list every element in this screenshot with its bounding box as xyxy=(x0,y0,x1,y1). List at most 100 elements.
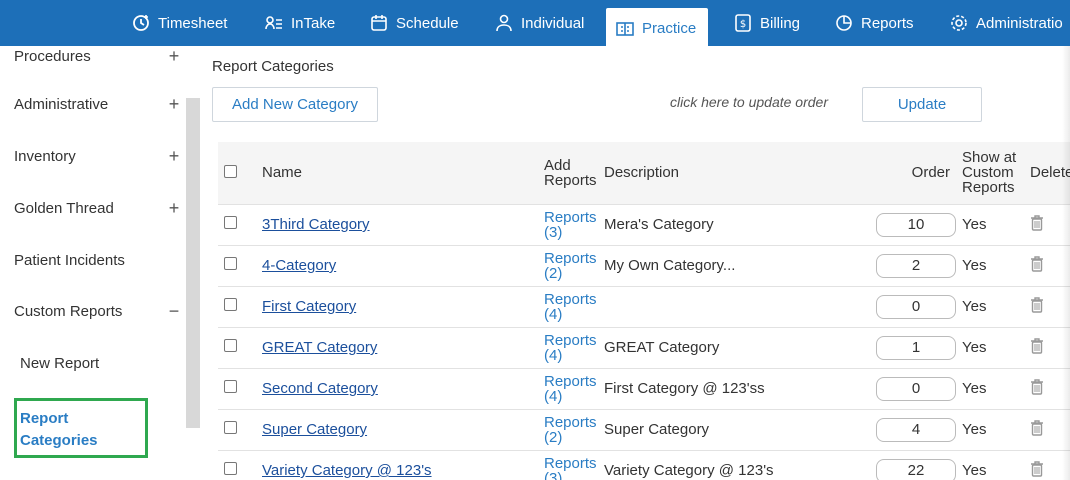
reports-link[interactable]: Reports (2) xyxy=(544,415,598,445)
nav-intake[interactable]: InTake xyxy=(265,0,335,46)
expand-icon[interactable]: + xyxy=(166,94,182,115)
show-at-custom-reports-value: Yes xyxy=(956,450,1024,480)
order-input[interactable]: 0 xyxy=(876,294,956,319)
column-header-name[interactable]: Name xyxy=(256,142,538,205)
sidebar-item-inventory[interactable]: Inventory + xyxy=(14,130,186,182)
sidebar-item-label: Procedures xyxy=(14,47,91,65)
column-header-description[interactable]: Description xyxy=(598,142,870,205)
calendar-icon xyxy=(371,15,387,31)
trash-icon[interactable] xyxy=(1030,337,1044,354)
show-at-custom-reports-value: Yes xyxy=(956,409,1024,451)
order-input[interactable]: 22 xyxy=(876,458,956,480)
category-name-link[interactable]: 4-Category xyxy=(262,257,336,274)
update-order-hint: click here to update order xyxy=(670,94,828,110)
nav-schedule[interactable]: Schedule xyxy=(370,0,459,46)
category-description xyxy=(598,286,870,328)
edge-shadow xyxy=(1062,46,1070,480)
category-name-link[interactable]: Variety Category @ 123's xyxy=(262,462,432,479)
table-row: GREAT Category Reports (4) GREAT Category 1… xyxy=(218,327,1070,369)
category-description: Variety Category @ 123's xyxy=(598,450,870,480)
sidebar-item-golden-thread[interactable]: Golden Thread + xyxy=(14,182,186,234)
reports-link[interactable]: Reports (4) xyxy=(544,292,598,322)
reports-link[interactable]: Reports (4) xyxy=(544,374,598,404)
dollar-doc-icon: $ xyxy=(735,14,751,32)
sidebar-item-label: Inventory xyxy=(14,147,76,165)
sidebar-item-label: Patient Incidents xyxy=(14,251,125,269)
row-checkbox[interactable] xyxy=(224,380,237,393)
row-checkbox[interactable] xyxy=(224,257,237,270)
person-icon xyxy=(496,14,512,32)
row-checkbox[interactable] xyxy=(224,462,237,475)
nav-label: Billing xyxy=(760,14,801,32)
svg-text:$: $ xyxy=(740,19,746,30)
expand-icon[interactable]: + xyxy=(166,146,182,167)
sidebar: Procedures + Administrative + Inventory … xyxy=(14,46,200,480)
order-input[interactable]: 1 xyxy=(876,335,956,360)
nav-label: Practice xyxy=(642,19,697,37)
sidebar-item-custom-reports[interactable]: Custom Reports − xyxy=(14,285,186,337)
category-name-link[interactable]: Super Category xyxy=(262,421,367,438)
reports-link[interactable]: Reports (4) xyxy=(544,333,598,363)
table-header-row: Name Add Reports Description Order Show … xyxy=(218,142,1070,205)
show-at-custom-reports-value: Yes xyxy=(956,204,1024,246)
row-checkbox[interactable] xyxy=(224,298,237,311)
row-checkbox[interactable] xyxy=(224,216,237,229)
expand-icon[interactable]: + xyxy=(166,46,182,67)
expand-icon[interactable]: + xyxy=(166,198,182,219)
reports-link[interactable]: Reports (3) xyxy=(544,210,598,240)
trash-icon[interactable] xyxy=(1030,419,1044,436)
nav-label: Reports xyxy=(861,14,914,32)
order-input[interactable]: 2 xyxy=(876,253,956,278)
sidebar-current-label: Report Categories xyxy=(20,410,98,449)
sidebar-item-administrative[interactable]: Administrative + xyxy=(14,78,186,130)
row-checkbox[interactable] xyxy=(224,339,237,352)
select-all-checkbox[interactable] xyxy=(224,164,237,178)
table-row: 3Third Category Reports (3) Mera's Categor… xyxy=(218,204,1070,246)
table-row: First Category Reports (4) 0 Yes xyxy=(218,286,1070,328)
order-input[interactable]: 10 xyxy=(876,212,956,237)
sidebar-item-label: Golden Thread xyxy=(14,199,114,217)
sidebar-item-patient-incidents[interactable]: Patient Incidents xyxy=(14,234,186,286)
nav-label: Administratio xyxy=(976,14,1063,32)
nav-practice[interactable]: Practice xyxy=(606,8,709,48)
table-row: Super Category Reports (2) Super Category 4… xyxy=(218,409,1070,451)
order-input[interactable]: 0 xyxy=(876,376,956,401)
reports-link[interactable]: Reports (2) xyxy=(544,251,598,281)
table-row: 4-Category Reports (2) My Own Category... 2… xyxy=(218,245,1070,287)
page-title: Report Categories xyxy=(212,58,334,75)
nav-label: Schedule xyxy=(396,14,459,32)
category-name-link[interactable]: 3Third Category xyxy=(262,216,370,233)
show-at-custom-reports-value: Yes xyxy=(956,286,1024,328)
nav-label: InTake xyxy=(291,14,336,32)
category-description: GREAT Category xyxy=(598,327,870,369)
trash-icon[interactable] xyxy=(1030,255,1044,272)
trash-icon[interactable] xyxy=(1030,214,1044,231)
category-name-link[interactable]: First Category xyxy=(262,298,356,315)
collapse-icon[interactable]: − xyxy=(166,301,182,322)
nav-administration[interactable]: Administratio xyxy=(950,0,1063,46)
add-new-category-button[interactable]: Add New Category xyxy=(212,87,378,122)
nav-billing[interactable]: $ Billing xyxy=(734,0,800,46)
sidebar-scrollbar[interactable] xyxy=(186,98,200,428)
trash-icon[interactable] xyxy=(1030,460,1044,477)
sidebar-item-procedures[interactable]: Procedures + xyxy=(14,30,186,82)
category-name-link[interactable]: GREAT Category xyxy=(262,339,377,356)
sidebar-item-label: New Report xyxy=(20,354,100,372)
main-content: Report Categories Add New Category click… xyxy=(200,46,1070,480)
row-checkbox[interactable] xyxy=(224,421,237,434)
reports-link[interactable]: Reports (3) xyxy=(544,456,598,480)
column-header-add-reports: Add Reports xyxy=(538,142,598,205)
show-at-custom-reports-value: Yes xyxy=(956,327,1024,369)
order-input[interactable]: 4 xyxy=(876,417,956,442)
sidebar-item-label: Custom Reports xyxy=(14,302,123,320)
column-header-order[interactable]: Order xyxy=(870,142,956,205)
pie-chart-icon xyxy=(836,15,852,31)
trash-icon[interactable] xyxy=(1030,378,1044,395)
update-button[interactable]: Update xyxy=(862,87,982,122)
sidebar-item-new-report[interactable]: New Report xyxy=(20,337,192,389)
nav-individual[interactable]: Individual xyxy=(495,0,584,46)
trash-icon[interactable] xyxy=(1030,296,1044,313)
category-description: First Category @ 123'ss xyxy=(598,368,870,410)
category-name-link[interactable]: Second Category xyxy=(262,380,378,397)
nav-reports[interactable]: Reports xyxy=(835,0,914,46)
